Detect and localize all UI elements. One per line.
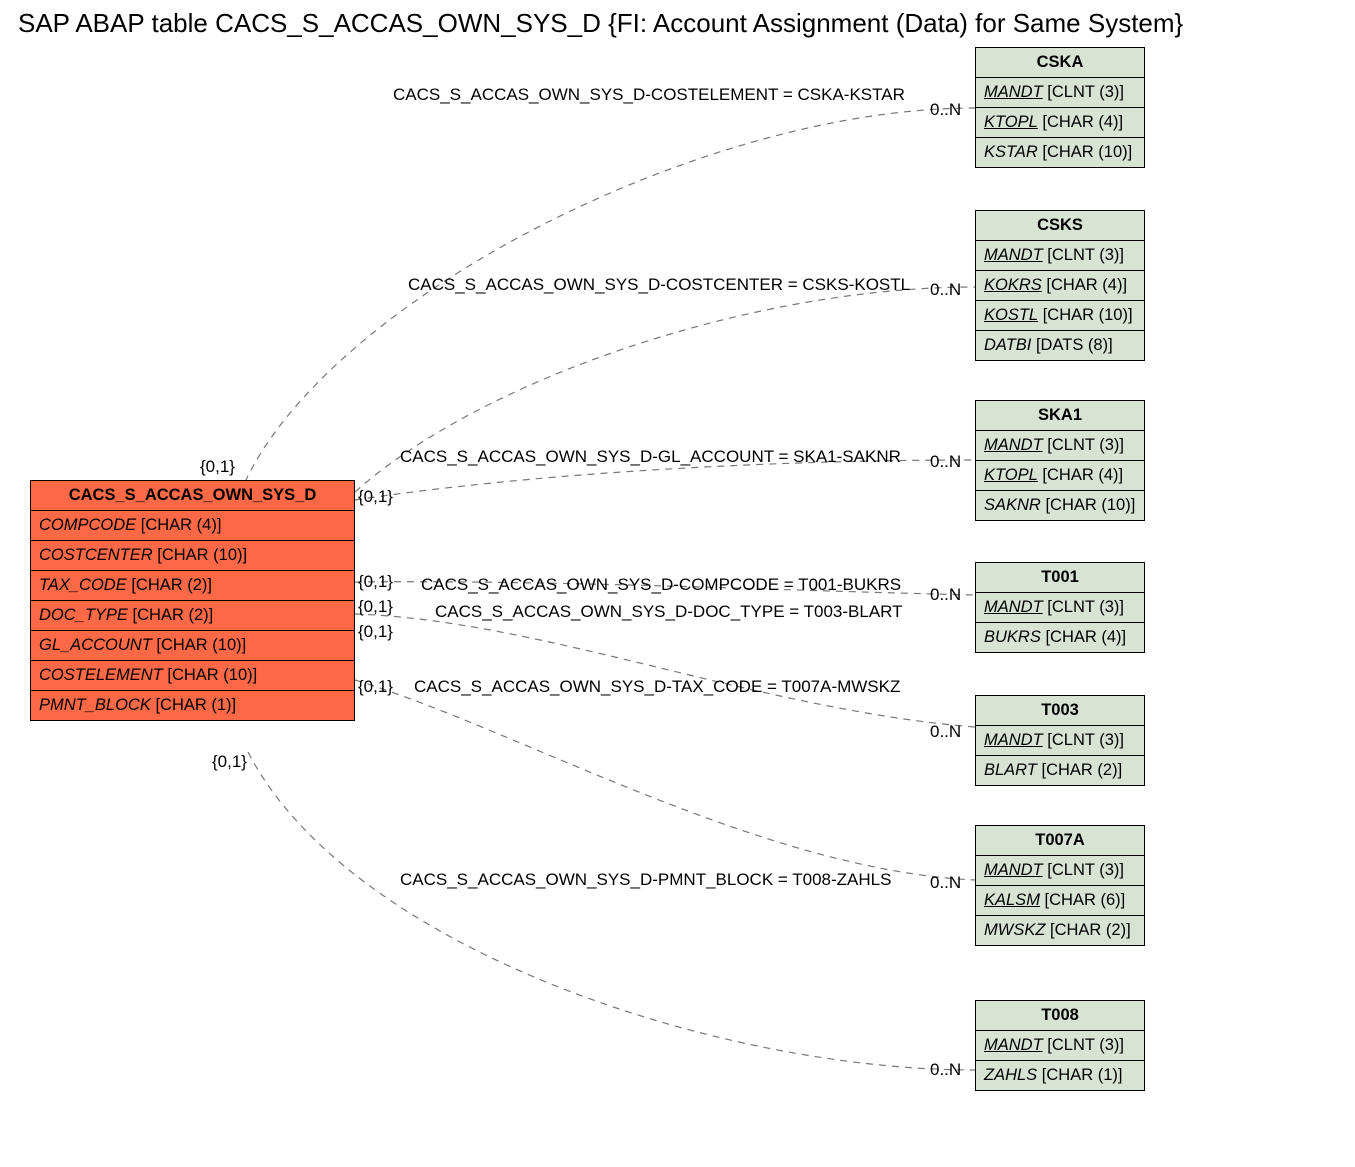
field-row: ZAHLS [CHAR (1)]	[976, 1061, 1144, 1090]
field-row: DATBI [DATS (8)]	[976, 331, 1144, 360]
field-row: MANDT [CLNT (3)]	[976, 856, 1144, 886]
entity-header: T001	[976, 563, 1144, 593]
entity-t003: T003 MANDT [CLNT (3)] BLART [CHAR (2)]	[975, 695, 1145, 786]
field-row: KSTAR [CHAR (10)]	[976, 138, 1144, 167]
relation-label: CACS_S_ACCAS_OWN_SYS_D-DOC_TYPE = T003-B…	[435, 602, 903, 622]
relation-label: CACS_S_ACCAS_OWN_SYS_D-COMPCODE = T001-B…	[421, 575, 901, 595]
field-row: COSTCENTER [CHAR (10)]	[31, 541, 354, 571]
field-row: COSTELEMENT [CHAR (10)]	[31, 661, 354, 691]
field-row: MANDT [CLNT (3)]	[976, 431, 1144, 461]
relation-label: CACS_S_ACCAS_OWN_SYS_D-TAX_CODE = T007A-…	[414, 677, 900, 697]
entity-cska: CSKA MANDT [CLNT (3)] KTOPL [CHAR (4)] K…	[975, 47, 1145, 168]
cardinality-src: {0,1}	[358, 572, 393, 592]
field-row: MANDT [CLNT (3)]	[976, 1031, 1144, 1061]
field-row: BLART [CHAR (2)]	[976, 756, 1144, 785]
cardinality-tgt: 0..N	[930, 722, 961, 742]
entity-t007a: T007A MANDT [CLNT (3)] KALSM [CHAR (6)] …	[975, 825, 1145, 946]
entity-t001: T001 MANDT [CLNT (3)] BUKRS [CHAR (4)]	[975, 562, 1145, 653]
field-row: MANDT [CLNT (3)]	[976, 241, 1144, 271]
entity-header: T003	[976, 696, 1144, 726]
entity-header: SKA1	[976, 401, 1144, 431]
field-row: COMPCODE [CHAR (4)]	[31, 511, 354, 541]
field-row: SAKNR [CHAR (10)]	[976, 491, 1144, 520]
entity-csks: CSKS MANDT [CLNT (3)] KOKRS [CHAR (4)] K…	[975, 210, 1145, 361]
entity-t008: T008 MANDT [CLNT (3)] ZAHLS [CHAR (1)]	[975, 1000, 1145, 1091]
field-row: KALSM [CHAR (6)]	[976, 886, 1144, 916]
relation-label: CACS_S_ACCAS_OWN_SYS_D-COSTELEMENT = CSK…	[393, 85, 905, 105]
entity-header: T008	[976, 1001, 1144, 1031]
entity-ska1: SKA1 MANDT [CLNT (3)] KTOPL [CHAR (4)] S…	[975, 400, 1145, 521]
field-row: MANDT [CLNT (3)]	[976, 593, 1144, 623]
entity-header: T007A	[976, 826, 1144, 856]
field-row: BUKRS [CHAR (4)]	[976, 623, 1144, 652]
field-row: KOKRS [CHAR (4)]	[976, 271, 1144, 301]
field-row: KTOPL [CHAR (4)]	[976, 108, 1144, 138]
cardinality-tgt: 0..N	[930, 280, 961, 300]
field-row: TAX_CODE [CHAR (2)]	[31, 571, 354, 601]
cardinality-tgt: 0..N	[930, 873, 961, 893]
field-row: KOSTL [CHAR (10)]	[976, 301, 1144, 331]
cardinality-tgt: 0..N	[930, 1060, 961, 1080]
cardinality-tgt: 0..N	[930, 100, 961, 120]
relation-label: CACS_S_ACCAS_OWN_SYS_D-COSTCENTER = CSKS…	[408, 275, 910, 295]
cardinality-src: {0,1}	[212, 752, 247, 772]
field-row: MWSKZ [CHAR (2)]	[976, 916, 1144, 945]
cardinality-tgt: 0..N	[930, 452, 961, 472]
entity-header: CSKS	[976, 211, 1144, 241]
relation-label: CACS_S_ACCAS_OWN_SYS_D-PMNT_BLOCK = T008…	[400, 870, 891, 890]
cardinality-src: {0,1}	[358, 622, 393, 642]
cardinality-tgt: 0..N	[930, 585, 961, 605]
entity-source: CACS_S_ACCAS_OWN_SYS_D COMPCODE [CHAR (4…	[30, 480, 355, 721]
cardinality-src: {0,1}	[358, 677, 393, 697]
diagram-title: SAP ABAP table CACS_S_ACCAS_OWN_SYS_D {F…	[18, 8, 1183, 39]
field-row: KTOPL [CHAR (4)]	[976, 461, 1144, 491]
field-row: MANDT [CLNT (3)]	[976, 78, 1144, 108]
cardinality-src: {0,1}	[358, 487, 393, 507]
cardinality-src: {0,1}	[200, 457, 235, 477]
entity-source-header: CACS_S_ACCAS_OWN_SYS_D	[31, 481, 354, 511]
relation-label: CACS_S_ACCAS_OWN_SYS_D-GL_ACCOUNT = SKA1…	[400, 447, 901, 467]
entity-header: CSKA	[976, 48, 1144, 78]
field-row: GL_ACCOUNT [CHAR (10)]	[31, 631, 354, 661]
field-row: MANDT [CLNT (3)]	[976, 726, 1144, 756]
field-row: DOC_TYPE [CHAR (2)]	[31, 601, 354, 631]
cardinality-src: {0,1}	[358, 597, 393, 617]
field-row: PMNT_BLOCK [CHAR (1)]	[31, 691, 354, 720]
